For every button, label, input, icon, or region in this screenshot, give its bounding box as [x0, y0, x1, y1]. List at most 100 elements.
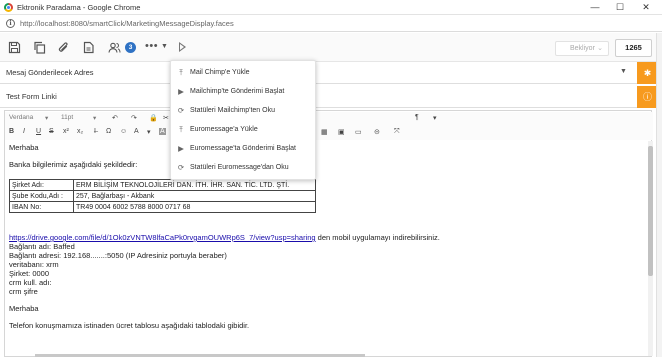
strikethrough-icon[interactable]: S — [49, 128, 54, 135]
connection-line: veritabanı: xrm — [9, 260, 59, 269]
test-form-link-label: Test Form Linki — [6, 92, 57, 101]
menu-item-euromessage-upload[interactable]: ⤒ Euromessage'a Yükle — [171, 121, 317, 139]
attachment-icon[interactable] — [57, 41, 70, 54]
chevron-down-icon[interactable]: ▾ — [45, 114, 48, 122]
close-window-button[interactable]: ✕ — [634, 0, 658, 15]
send-play-icon[interactable] — [179, 42, 186, 52]
message-editor[interactable]: Verdana ▾ 11pt ▾ ↶ ↷ 🔒 ✂ ¶ ▾ B I U S x² … — [4, 110, 653, 357]
document-icon[interactable] — [82, 41, 95, 54]
menu-item-mailchimp-upload[interactable]: ⤒ Mail Chimp'e Yükle — [171, 64, 317, 82]
menu-item-label: Euromessage'a Yükle — [190, 126, 258, 133]
emoji-icon[interactable]: ☺ — [120, 128, 127, 135]
send-actions-menu: ⤒ Mail Chimp'e Yükle ▶ Mailchimp'te Gönd… — [170, 60, 316, 180]
menu-item-euromessage-status[interactable]: ⟳ Statüleri Euromessage'dan Oku — [171, 159, 317, 177]
refresh-icon: ⟳ — [177, 106, 185, 115]
outro-text: Telefon konuşmamıza istinaden ücret tabl… — [9, 321, 250, 330]
menu-item-label: Euromessage'ta Gönderimi Başlat — [190, 145, 296, 152]
cut-icon[interactable]: ✂ — [163, 114, 169, 122]
fullscreen-icon[interactable]: ⤧ — [394, 128, 400, 136]
table-icon[interactable]: ▦ — [321, 128, 328, 136]
omega-icon[interactable]: Ω — [106, 128, 111, 135]
users-count-badge: 3 — [125, 42, 136, 53]
undo-icon[interactable]: ↶ — [112, 114, 118, 122]
chevron-down-icon: ⌄ — [597, 45, 603, 52]
table-cell-value: ERM BİLİŞİM TEKNOLOJİLERİ DAN. İTH. İHR.… — [73, 179, 316, 191]
menu-item-mailchimp-status[interactable]: ⟳ Statüleri Mailchimp'ten Oku — [171, 102, 317, 120]
status-select[interactable]: Bekliyor ⌄ — [555, 41, 609, 56]
text-color-icon[interactable]: A — [134, 128, 139, 135]
copy-icon[interactable] — [33, 41, 46, 54]
table-cell-value: TR49 0004 6002 5788 8000 0717 68 — [73, 201, 316, 213]
download-line: https://drive.google.com/file/d/1Ok0zVNT… — [9, 233, 639, 242]
editor-scrollbar-thumb[interactable] — [648, 146, 653, 276]
underline-icon[interactable]: U — [36, 128, 41, 135]
menu-item-label: Statüleri Mailchimp'ten Oku — [190, 107, 275, 114]
minimize-button[interactable]: — — [583, 0, 607, 15]
connection-line: Bağlantı adresi: 192.168.......:5050 (IP… — [9, 251, 227, 260]
table-cell-key: Şirket Adı: — [9, 179, 74, 191]
site-info-icon[interactable]: i — [6, 19, 15, 28]
status-select-placeholder: Bekliyor — [570, 45, 595, 52]
menu-item-label: Mail Chimp'e Yükle — [190, 69, 250, 76]
connection-line: crm şifre — [9, 287, 38, 296]
chevron-down-icon[interactable]: ▾ — [433, 114, 437, 122]
greeting2-text: Merhaba — [9, 304, 39, 313]
app-download-link[interactable]: https://drive.google.com/file/d/1Ok0zVNT… — [9, 233, 316, 242]
editor-content[interactable]: Merhaba Banka bilgilerimiz aşağıdaki şek… — [9, 143, 639, 330]
connection-line: Bağlantı adı: Baffed — [9, 242, 75, 251]
lock-icon[interactable]: 🔒 — [149, 114, 158, 122]
table-cell-key: IBAN No: — [9, 201, 74, 213]
info-circle-icon[interactable]: ⓘ — [637, 86, 658, 108]
upload-icon: ⤒ — [179, 68, 183, 77]
upload-icon: ⤒ — [179, 125, 183, 134]
recipient-address-label: Mesaj Gönderilecek Adres — [6, 68, 94, 77]
connection-line: Şirket: 0000 — [9, 269, 50, 278]
superscript-icon[interactable]: x² — [63, 128, 69, 135]
play-icon: ▶ — [178, 87, 184, 96]
font-size-select[interactable]: 11pt — [61, 114, 73, 121]
table-row: IBAN No: TR49 0004 6002 5788 8000 0717 6… — [9, 201, 316, 213]
clear-format-icon[interactable]: I̶ — [94, 128, 96, 135]
editor-toolbar-row-1: Verdana ▾ 11pt ▾ ↶ ↷ 🔒 ✂ ¶ ▾ — [5, 112, 653, 126]
menu-item-euromessage-send[interactable]: ▶ Euromessage'ta Gönderimi Başlat — [171, 140, 317, 158]
chevron-down-icon[interactable]: ▾ — [93, 114, 96, 122]
font-family-select[interactable]: Verdana — [9, 114, 33, 121]
recipient-address-select[interactable]: Mesaj Gönderilecek Adres ▼ ✱ — [0, 62, 662, 84]
format-menu-icon[interactable]: ▾ — [147, 128, 151, 136]
image-icon[interactable]: ▣ — [338, 128, 345, 136]
paragraph-icon[interactable]: ¶ — [415, 114, 419, 121]
redo-icon[interactable]: ↷ — [131, 114, 137, 122]
connection-line: crm kull. adı: — [9, 278, 52, 287]
address-bar[interactable]: i http://localhost:8080/smartClick/Marke… — [0, 15, 662, 32]
action-toolbar: 3 ••• ▼ Bekliyor ⌄ 1265 — [0, 33, 662, 62]
greeting-text: Merhaba — [9, 143, 39, 152]
maximize-button[interactable]: ☐ — [608, 0, 632, 15]
url-text[interactable]: http://localhost:8080/smartClick/Marketi… — [20, 19, 234, 28]
page-scrollbar[interactable] — [656, 33, 662, 357]
save-icon[interactable] — [8, 41, 21, 54]
record-number-field[interactable]: 1265 — [615, 39, 652, 57]
play-icon: ▶ — [178, 144, 184, 153]
link-icon[interactable]: ⊝ — [374, 128, 380, 136]
menu-item-mailchimp-send[interactable]: ▶ Mailchimp'te Gönderimi Başlat — [171, 83, 317, 101]
subscript-icon[interactable]: x₂ — [77, 128, 83, 135]
menu-item-label: Mailchimp'te Gönderimi Başlat — [190, 88, 285, 95]
users-icon[interactable] — [108, 41, 121, 54]
gear-icon[interactable]: ✱ — [637, 62, 658, 84]
chevron-down-icon[interactable]: ▼ — [161, 43, 168, 50]
table-cell-key: Şube Kodu,Adı : — [9, 190, 74, 202]
chevron-down-icon[interactable]: ▼ — [620, 68, 627, 75]
highlight-color-icon[interactable]: A — [159, 128, 166, 135]
menu-item-label: Statüleri Euromessage'dan Oku — [190, 164, 289, 171]
more-actions-icon[interactable]: ••• — [145, 40, 158, 52]
bold-icon[interactable]: B — [9, 128, 14, 135]
italic-icon[interactable]: I — [23, 128, 25, 135]
chrome-icon — [4, 3, 13, 12]
table-row: Şube Kodu,Adı : 257, Bağlarbaşı - Akbank — [9, 190, 316, 202]
bank-intro-text: Banka bilgilerimiz aşağıdaki şekildedir: — [9, 160, 138, 169]
download-line-suffix: den mobil uygulamayı indirebilirsiniz. — [315, 233, 440, 242]
test-form-link-field[interactable]: Test Form Linki ⓘ — [0, 86, 662, 108]
media-icon[interactable]: ▭ — [355, 128, 362, 136]
editor-scrollbar[interactable] — [648, 141, 653, 356]
refresh-icon: ⟳ — [177, 163, 185, 172]
